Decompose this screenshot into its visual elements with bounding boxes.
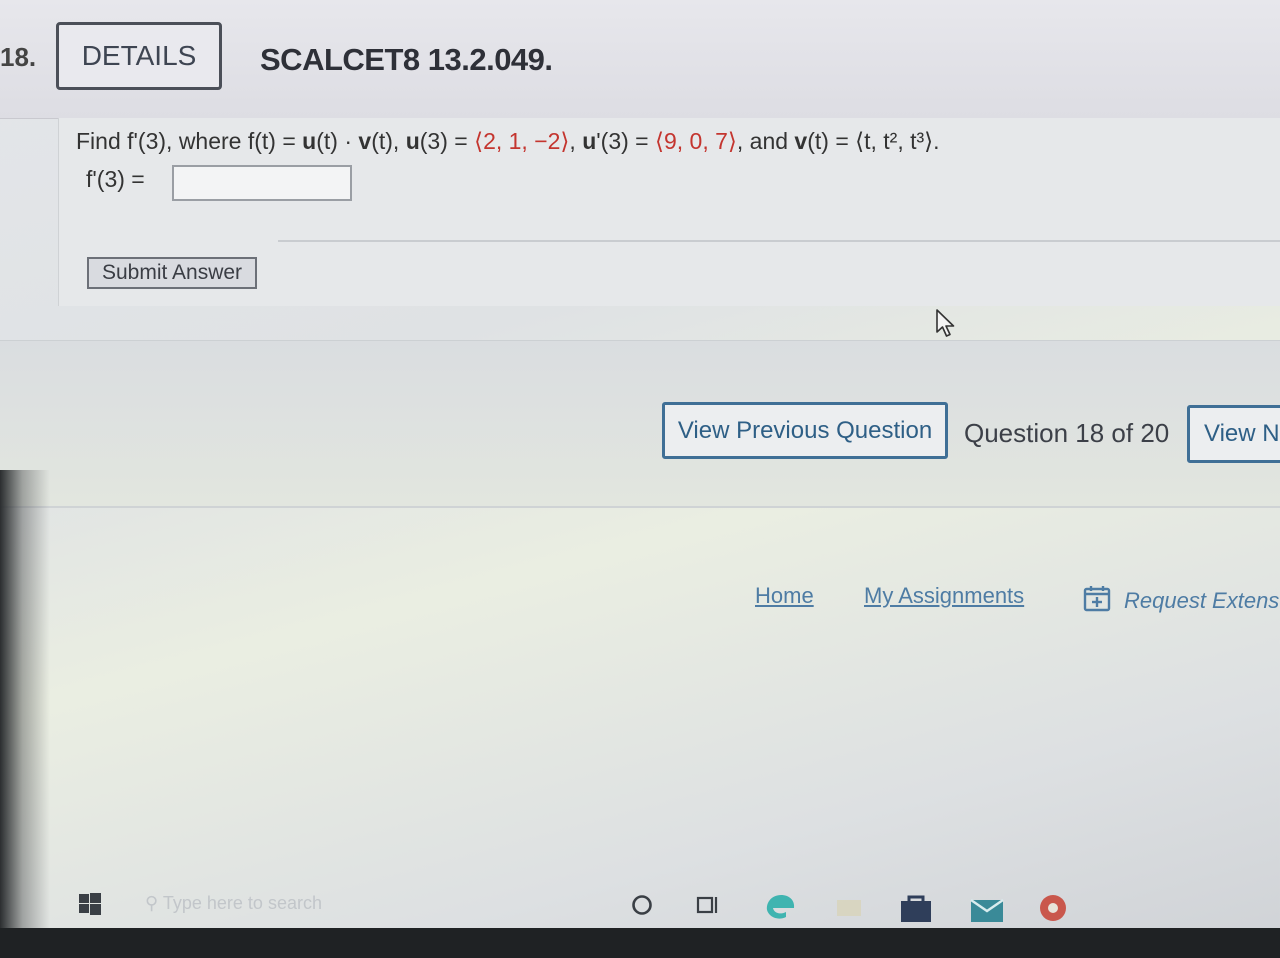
taskbar-search-input[interactable]: ⚲ Type here to search (145, 893, 322, 914)
file-explorer-icon[interactable] (834, 892, 864, 920)
divider (278, 240, 1280, 242)
problem-statement: Find f'(3), where f(t) = u(t) · v(t), u(… (76, 128, 940, 155)
calendar-plus-icon[interactable] (1083, 585, 1111, 612)
v-label: v (794, 128, 808, 154)
v-arg: (t) = (807, 128, 849, 154)
question-code: SCALCET8 13.2.049. (260, 42, 553, 77)
view-previous-question-button[interactable]: View Previous Question (662, 402, 948, 459)
ft-text: f(t) = (247, 128, 296, 154)
u3-arg: (3) = (419, 128, 468, 154)
fprime3-text: f'(3), (127, 128, 173, 154)
uprime-label: u (582, 128, 597, 154)
monitor-bezel-left (0, 470, 50, 930)
v-vector: v (358, 128, 372, 154)
question-counter: Question 18 of 20 (964, 418, 1170, 448)
answer-input[interactable] (172, 165, 352, 201)
submit-answer-button[interactable]: Submit Answer (87, 257, 257, 289)
cortana-circle-icon[interactable] (630, 892, 654, 918)
question-number: 18. (0, 42, 37, 72)
u-vector: u (302, 128, 317, 154)
vt-text: (t), (371, 128, 400, 154)
search-icon: ⚲ (145, 893, 159, 913)
find-text: Find (76, 128, 121, 154)
search-placeholder: Type here to search (162, 893, 322, 913)
and-text: , and (736, 128, 789, 154)
comma: , (569, 128, 576, 154)
v-value: ⟨t, t², t³⟩. (855, 128, 940, 154)
chrome-icon[interactable] (1036, 892, 1070, 924)
mouse-cursor-icon (936, 309, 955, 337)
dot-operator: · (344, 128, 353, 154)
home-link[interactable]: Home (755, 583, 814, 609)
uprime-value: ⟨9, 0, 7⟩ (654, 128, 737, 154)
request-extension-link[interactable]: Request Extens (1124, 588, 1279, 614)
uprime-arg: '(3) = (596, 128, 649, 154)
mail-icon[interactable] (968, 892, 1006, 924)
edge-browser-icon[interactable] (764, 892, 798, 922)
my-assignments-link[interactable]: My Assignments (864, 583, 1024, 609)
task-view-icon[interactable] (696, 892, 722, 918)
windows-start-icon[interactable] (79, 893, 101, 915)
ut-text: (t) (316, 128, 338, 154)
u3-label: u (405, 128, 420, 154)
store-icon[interactable] (898, 892, 934, 924)
monitor-bezel-bottom (0, 928, 1280, 958)
details-button[interactable]: DETAILS (56, 22, 222, 90)
view-next-question-button[interactable]: View N (1187, 405, 1280, 463)
u3-value: ⟨2, 1, −2⟩ (474, 128, 570, 154)
where-text: where (178, 128, 242, 154)
answer-label: f'(3) = (86, 166, 145, 192)
